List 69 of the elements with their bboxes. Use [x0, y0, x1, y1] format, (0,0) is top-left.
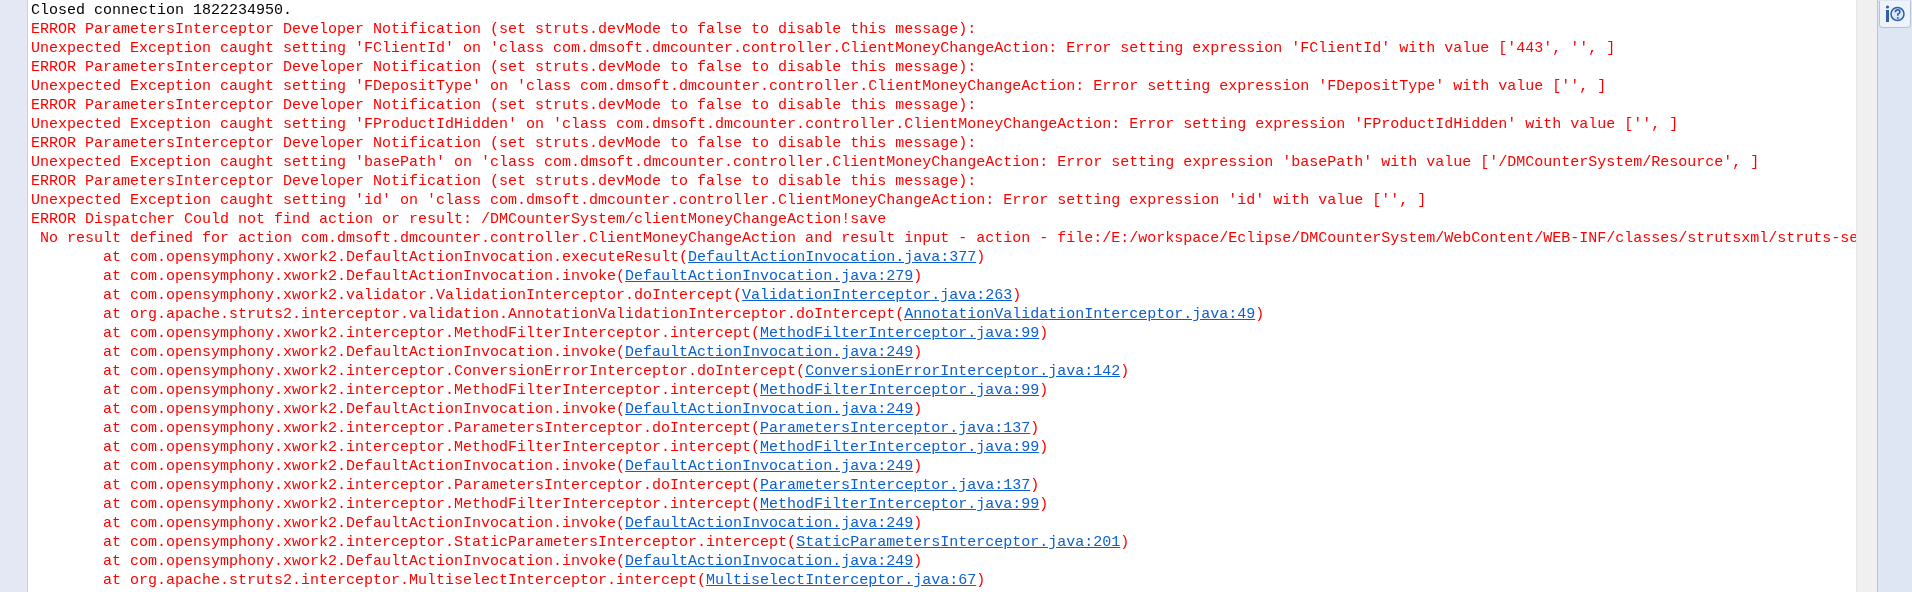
stack-frame-text: at com.opensymphony.xwork2.interceptor.StaticParametersInterceptor.intercept( — [103, 534, 797, 551]
console-line: ERROR ParametersInterceptor Developer Notification (set struts.devMode to false to disable this message): — [31, 135, 977, 152]
stack-frame-text: at com.opensymphony.xwork2.DefaultActionInvocation.invoke( — [103, 344, 626, 361]
closing-paren: ) — [1030, 477, 1040, 494]
stack-frame-text: at com.opensymphony.xwork2.interceptor.MethodFilterInterceptor.intercept( — [103, 325, 761, 342]
stack-frame-text: at com.opensymphony.xwork2.DefaultActionInvocation.executeResult( — [103, 249, 689, 266]
console-line: ERROR ParametersInterceptor Developer Notification (set struts.devMode to false to disable this message): — [31, 21, 977, 38]
closing-paren: ) — [1039, 496, 1049, 513]
help-button[interactable] — [1879, 1, 1911, 28]
source-link[interactable]: ParametersInterceptor.java:137 — [760, 420, 1031, 437]
stack-frame-text: at com.opensymphony.xwork2.DefaultActionInvocation.invoke( — [103, 458, 626, 475]
closing-paren: ) — [1039, 325, 1049, 342]
console-line: No result defined for action com.dmsoft.dmcounter.controller.ClientMoneyChangeAction and result input - action - file:/E:/workspace/Eclipse/DMCounterSystem/WebContent/WEB-INF/classes/strutsxml/struts-se — [40, 230, 1859, 247]
stack-frame-text: at com.opensymphony.xwork2.DefaultActionInvocation.invoke( — [103, 401, 626, 418]
closing-paren: ) — [913, 458, 923, 475]
stack-frame-text: at com.opensymphony.xwork2.DefaultActionInvocation.invoke( — [103, 515, 626, 532]
source-link[interactable]: MultiselectInterceptor.java:67 — [706, 572, 977, 589]
console-line: ERROR Dispatcher Could not find action or result: /DMCounterSystem/clientMoneyChangeAction!save — [31, 211, 887, 228]
console-line: ERROR ParametersInterceptor Developer Notification (set struts.devMode to false to disable this message): — [31, 173, 977, 190]
source-link[interactable]: DefaultActionInvocation.java:279 — [625, 268, 914, 285]
closing-paren: ) — [1120, 534, 1130, 551]
closing-paren: ) — [1039, 439, 1049, 456]
stack-frame-text: at com.opensymphony.xwork2.interceptor.ParametersInterceptor.doIntercept( — [103, 420, 761, 437]
source-link[interactable]: MethodFilterInterceptor.java:99 — [760, 325, 1040, 342]
console-line: Unexpected Exception caught setting 'FClientId' on 'class com.dmsoft.dmcounter.controller.ClientMoneyChangeAction: Error setting expression 'FClientId' with value ['443', '', ] — [31, 40, 1616, 57]
console-line: ERROR ParametersInterceptor Developer Notification (set struts.devMode to false to disable this message): — [31, 59, 977, 76]
console-line: Unexpected Exception caught setting 'FDepositType' on 'class com.dmsoft.dmcounter.controller.ClientMoneyChangeAction: Error setting expression 'FDepositType' with value ['', ] — [31, 78, 1607, 95]
stack-frame-text: at org.apache.struts2.interceptor.validation.AnnotationValidationInterceptor.doIntercept( — [103, 306, 905, 323]
closing-paren: ) — [1039, 382, 1049, 399]
source-link[interactable]: ParametersInterceptor.java:137 — [760, 477, 1031, 494]
source-link[interactable]: MethodFilterInterceptor.java:99 — [760, 382, 1040, 399]
stack-frame-text: at com.opensymphony.xwork2.interceptor.MethodFilterInterceptor.intercept( — [103, 382, 761, 399]
closing-paren: ) — [976, 249, 986, 266]
source-link[interactable]: DefaultActionInvocation.java:249 — [625, 344, 914, 361]
stack-frame-text: at com.opensymphony.xwork2.interceptor.ConversionErrorInterceptor.doIntercept( — [103, 363, 806, 380]
stack-frame-text: at com.opensymphony.xwork2.interceptor.MethodFilterInterceptor.intercept( — [103, 496, 761, 513]
help-icon — [1885, 4, 1905, 24]
closing-paren: ) — [913, 553, 923, 570]
source-link[interactable]: MethodFilterInterceptor.java:99 — [760, 439, 1040, 456]
source-link[interactable]: DefaultActionInvocation.java:249 — [625, 458, 914, 475]
stack-frame-text: at org.apache.struts2.interceptor.MultiselectInterceptor.intercept( — [103, 572, 707, 589]
source-link[interactable]: ValidationInterceptor.java:263 — [742, 287, 1013, 304]
source-link[interactable]: DefaultActionInvocation.java:249 — [625, 515, 914, 532]
stack-frame-text: at com.opensymphony.xwork2.interceptor.MethodFilterInterceptor.intercept( — [103, 439, 761, 456]
console-line: Unexpected Exception caught setting 'FProductIdHidden' on 'class com.dmsoft.dmcounter.controller.ClientMoneyChangeAction: Error setting expression 'FProductIdHidden' with value ['', ] — [31, 116, 1679, 133]
source-link[interactable]: StaticParametersInterceptor.java:201 — [796, 534, 1121, 551]
closing-paren: ) — [1012, 287, 1022, 304]
stack-frame-text: at com.opensymphony.xwork2.interceptor.ParametersInterceptor.doIntercept( — [103, 477, 761, 494]
stack-frame-text: at com.opensymphony.xwork2.DefaultActionInvocation.invoke( — [103, 553, 626, 570]
closing-paren: ) — [913, 344, 923, 361]
source-link[interactable]: MethodFilterInterceptor.java:99 — [760, 496, 1040, 513]
closing-paren: ) — [1120, 363, 1130, 380]
closing-paren: ) — [913, 268, 923, 285]
console-line: Unexpected Exception caught setting 'id' on 'class com.dmsoft.dmcounter.controller.ClientMoneyChangeAction: Error setting expression 'id' with value ['', ] — [31, 192, 1427, 209]
closing-paren: ) — [1255, 306, 1265, 323]
closing-paren: ) — [1030, 420, 1040, 437]
console-line: ERROR ParametersInterceptor Developer Notification (set struts.devMode to false to disable this message): — [31, 97, 977, 114]
source-link[interactable]: ConversionErrorInterceptor.java:142 — [805, 363, 1121, 380]
source-link[interactable]: DefaultActionInvocation.java:249 — [625, 401, 914, 418]
source-link[interactable]: AnnotationValidationInterceptor.java:49 — [904, 306, 1256, 323]
source-link[interactable]: DefaultActionInvocation.java:377 — [688, 249, 977, 266]
closing-paren: ) — [913, 401, 923, 418]
closing-paren: ) — [976, 572, 986, 589]
stack-frame-text: at com.opensymphony.xwork2.DefaultActionInvocation.invoke( — [103, 268, 626, 285]
closing-paren: ) — [913, 515, 923, 532]
console-line: Closed connection 1822234950. — [31, 2, 293, 19]
stack-frame-text: at com.opensymphony.xwork2.validator.ValidationInterceptor.doIntercept( — [103, 287, 743, 304]
source-link[interactable]: DefaultActionInvocation.java:249 — [625, 553, 914, 570]
console-line: Unexpected Exception caught setting 'basePath' on 'class com.dmsoft.dmcounter.controller.ClientMoneyChangeAction: Error setting expression 'basePath' with value ['/DMCounterSystem/Resource', ] — [31, 154, 1760, 171]
